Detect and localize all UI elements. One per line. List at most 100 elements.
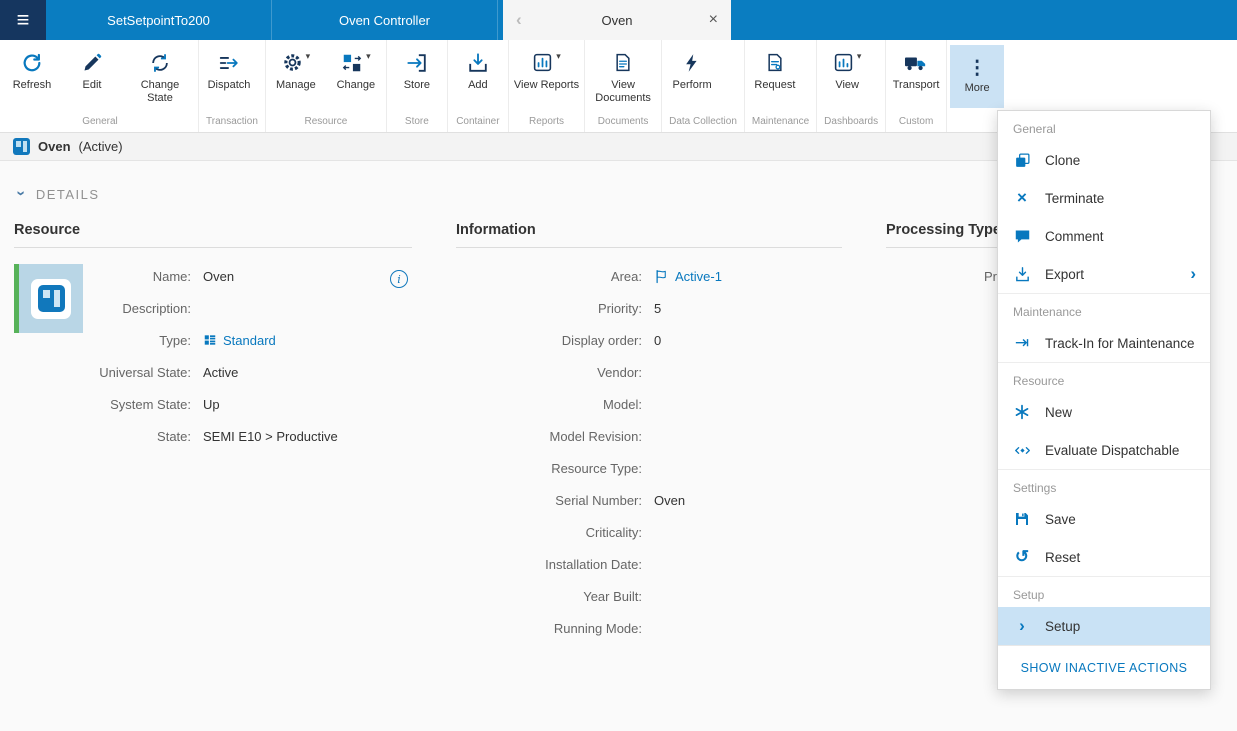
button-label: Add — [468, 79, 488, 91]
dispatch-button[interactable]: Dispatch — [199, 40, 259, 92]
request-button[interactable]: Request — [745, 40, 805, 92]
menu-item-label: Save — [1045, 511, 1076, 527]
bar-chart-icon: ▾ — [532, 49, 561, 76]
button-label: View — [835, 79, 859, 91]
resource-section-header: Resource — [14, 222, 412, 248]
menu-item-label: Clone — [1045, 152, 1081, 168]
field-label: Year Built: — [583, 588, 642, 604]
back-chevron-icon[interactable]: ‹ — [516, 10, 522, 30]
caret-down-icon: ▾ — [856, 51, 862, 61]
ribbon-group-container: Add Container — [448, 40, 509, 132]
field-label: Model Revision: — [549, 428, 643, 444]
info-icon[interactable]: i — [390, 270, 408, 288]
store-icon — [406, 49, 428, 76]
button-label: Manage — [275, 79, 316, 91]
truck-icon — [904, 49, 928, 76]
view-reports-button[interactable]: ▾ View Reports — [509, 40, 584, 92]
field-value: Up — [203, 396, 220, 412]
field-value: Active-1 — [675, 268, 722, 284]
manage-button[interactable]: ▾ Manage — [266, 40, 326, 92]
resource-type-link[interactable]: Standard — [203, 333, 276, 348]
field-row: Model Revision: — [456, 420, 842, 452]
view-documents-button[interactable]: View Documents — [585, 40, 661, 105]
button-label: View Reports — [513, 79, 580, 91]
tab-oven[interactable]: ‹ Oven × — [503, 0, 731, 40]
add-button[interactable]: Add — [448, 40, 508, 92]
area-link[interactable]: Active-1 — [654, 269, 722, 284]
field-label: Type: — [159, 332, 191, 348]
field-label: Model: — [602, 396, 642, 412]
field-row: Resource Type: — [456, 452, 842, 484]
caret-down-icon: ▾ — [556, 51, 561, 61]
edit-button[interactable]: Edit — [62, 40, 122, 92]
menu-item-comment[interactable]: Comment — [998, 217, 1210, 255]
menu-item-export[interactable]: Export › — [998, 255, 1210, 293]
menu-item-new[interactable]: New — [998, 393, 1210, 431]
menu-item-clone[interactable]: Clone — [998, 141, 1210, 179]
menu-item-save[interactable]: Save — [998, 500, 1210, 538]
refresh-button[interactable]: Refresh — [2, 40, 62, 92]
field-row: Vendor: — [456, 356, 842, 388]
button-label: Dispatch — [207, 79, 251, 91]
ribbon-group-label: Documents — [597, 116, 649, 127]
menu-group-label-setup: Setup — [998, 576, 1210, 607]
button-label: Change — [336, 79, 376, 91]
button-label: More — [964, 82, 990, 94]
document-icon — [613, 49, 633, 76]
menu-item-setup[interactable]: › Setup — [998, 607, 1210, 645]
menu-item-reset[interactable]: ↺ Reset — [998, 538, 1210, 576]
menu-item-terminate[interactable]: × Terminate — [998, 179, 1210, 217]
comment-bubble-icon — [1012, 228, 1032, 245]
new-asterisk-icon — [1012, 404, 1032, 420]
field-label: Running Mode: — [553, 620, 642, 636]
more-button[interactable]: ⋮ More — [950, 45, 1005, 108]
change-button[interactable]: ▾ Change — [326, 40, 386, 92]
view-dashboards-button[interactable]: ▾ View — [817, 40, 877, 92]
transport-button[interactable]: Transport — [886, 40, 946, 92]
menu-item-track-in-for-maintenance[interactable]: ⇥ Track-In for Maintenance — [998, 324, 1210, 362]
refresh-icon — [21, 49, 43, 76]
field-row: Description: — [91, 292, 412, 324]
close-tab-icon[interactable]: × — [709, 11, 718, 29]
store-button[interactable]: Store — [387, 40, 447, 92]
change-state-icon — [149, 49, 171, 76]
field-row: Running Mode: — [456, 612, 842, 644]
page-title: Oven — [38, 139, 71, 154]
field-value: Oven — [203, 268, 235, 284]
export-icon — [1012, 266, 1032, 283]
field-value: Standard — [223, 332, 276, 348]
main-menu-button[interactable]: ≡ — [0, 0, 46, 40]
resource-logo-icon — [31, 278, 71, 319]
ribbon-group-label: Reports — [528, 116, 564, 127]
field-row: Name: Oven — [91, 260, 412, 292]
ribbon-group-documents: View Documents Documents — [585, 40, 663, 132]
change-state-button[interactable]: Change State — [122, 40, 198, 105]
field-label: Vendor: — [597, 364, 642, 380]
reset-icon: ↺ — [1014, 547, 1030, 566]
field-label: System State: — [110, 396, 191, 412]
chevron-down-icon: › — [12, 190, 30, 198]
ribbon-group-label: Maintenance — [751, 116, 810, 127]
button-label: Refresh — [12, 79, 52, 91]
menu-item-label: Reset — [1045, 549, 1081, 565]
show-inactive-actions-link[interactable]: SHOW INACTIVE ACTIONS — [998, 645, 1210, 689]
add-to-container-icon — [467, 49, 489, 76]
menu-item-evaluate-dispatchable[interactable]: Evaluate Dispatchable — [998, 431, 1210, 469]
field-label: Description: — [122, 300, 191, 316]
field-label: Resource Type: — [551, 460, 642, 476]
field-value: 5 — [654, 300, 662, 316]
tab-setsetpointto200[interactable]: SetSetpointTo200 — [46, 0, 272, 40]
resource-section: Resource Name: Oven Description: Type: S… — [14, 222, 412, 644]
ribbon-group-label: Container — [456, 116, 500, 127]
menu-item-label: Setup — [1045, 618, 1081, 634]
field-row: Type: Standard — [91, 324, 412, 356]
menu-item-label: New — [1045, 404, 1073, 420]
field-value: Oven — [654, 492, 686, 508]
menu-group-label-resource: Resource — [998, 362, 1210, 393]
terminate-x-icon: × — [1017, 188, 1027, 207]
field-row: Year Built: — [456, 580, 842, 612]
perform-button[interactable]: Perform — [662, 40, 722, 92]
request-document-icon — [765, 49, 785, 76]
tab-oven-controller[interactable]: Oven Controller — [272, 0, 498, 40]
field-row: Priority: 5 — [456, 292, 842, 324]
